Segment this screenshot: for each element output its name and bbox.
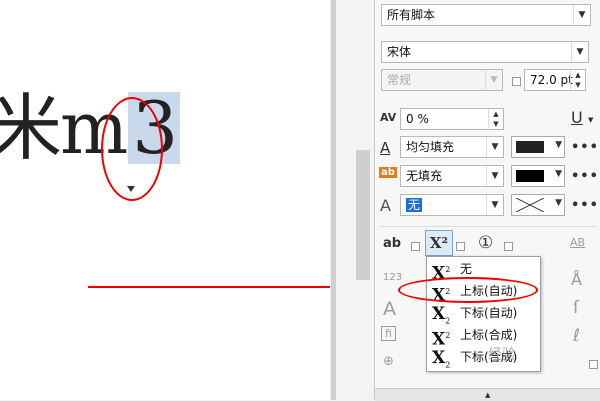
font-family-select[interactable]: 宋体 ▼ bbox=[381, 41, 589, 63]
position-dropdown-menu: X2 无 X2 上标(自动) X2 下标(自动) X2 上标(合成) X2 下标… bbox=[426, 256, 541, 372]
strikethrough-checkbox[interactable] bbox=[411, 242, 420, 251]
section-divider bbox=[379, 226, 597, 227]
chevron-down-icon[interactable]: ▼ bbox=[485, 70, 502, 90]
underline-icon[interactable]: U bbox=[571, 108, 583, 127]
char-spacing-field[interactable]: 0 % ▲ ▼ bbox=[400, 108, 504, 130]
strikethrough-icon[interactable]: ab bbox=[383, 236, 401, 251]
spinner-arrows-icon[interactable]: ▲ ▼ bbox=[570, 70, 585, 90]
bg-fill-type-value: 无填充 bbox=[406, 169, 443, 183]
outline-color-swatch[interactable]: ▼ bbox=[511, 194, 565, 216]
fill-color-swatch[interactable]: ▼ bbox=[511, 136, 565, 158]
text-handle-icon[interactable] bbox=[127, 186, 135, 192]
font-style-value: 常规 bbox=[387, 73, 412, 87]
red-annotation-oval-menu bbox=[398, 277, 538, 303]
text-fill-icon: A bbox=[380, 139, 391, 157]
font-size-checkbox[interactable] bbox=[512, 77, 521, 86]
chevron-down-icon[interactable]: ▼ bbox=[486, 137, 503, 157]
outline-width-select[interactable]: 无 ▼ bbox=[400, 194, 504, 216]
position-checkbox[interactable] bbox=[456, 242, 465, 251]
chevron-down-icon[interactable]: ▼ bbox=[486, 166, 503, 186]
panel-bottom-bar[interactable]: ▲ bbox=[375, 388, 600, 401]
swash-icon[interactable]: ſ bbox=[573, 298, 579, 318]
no-color-icon bbox=[516, 198, 544, 212]
outline-width-value: 无 bbox=[406, 198, 423, 212]
font-size-value: 72.0 pt bbox=[530, 73, 573, 87]
bg-fill-type-select[interactable]: 无填充 ▼ bbox=[400, 165, 504, 187]
background-fill-icon: ab bbox=[379, 167, 397, 178]
font-family-value: 宋体 bbox=[387, 45, 412, 59]
spinner-arrows-icon[interactable]: ▲ ▼ bbox=[488, 109, 503, 129]
chevron-down-icon[interactable]: ▼ bbox=[486, 195, 503, 215]
font-style-select[interactable]: 常规 ▼ bbox=[381, 69, 503, 91]
underline-dropdown-icon[interactable]: ▼ bbox=[588, 116, 593, 124]
script-select[interactable]: 所有脚本 ▼ bbox=[381, 4, 591, 26]
numeral-style-icon[interactable]: 123 bbox=[383, 272, 402, 283]
fill-color-preview bbox=[516, 141, 544, 153]
menu-item-subscript-auto[interactable]: X2 下标(自动) bbox=[430, 302, 538, 325]
subscript-icon: X2 bbox=[432, 348, 451, 370]
enclosed-checkbox[interactable] bbox=[504, 242, 513, 251]
extra-checkbox[interactable] bbox=[589, 360, 598, 369]
bg-fill-more-button[interactable]: ••• bbox=[571, 169, 599, 184]
fill-type-select[interactable]: 均匀填充 ▼ bbox=[400, 136, 504, 158]
ligature-icon[interactable]: fi bbox=[381, 326, 396, 341]
outline-more-button[interactable]: ••• bbox=[571, 198, 599, 213]
historical-form-icon[interactable]: ℓ bbox=[573, 326, 580, 346]
all-caps-icon[interactable]: AB bbox=[570, 236, 585, 249]
ordinal-icon[interactable]: Å bbox=[571, 270, 582, 289]
bg-fill-color-swatch[interactable]: ▼ bbox=[511, 165, 565, 187]
fill-type-value: 均匀填充 bbox=[406, 140, 455, 154]
chevron-down-icon[interactable]: ▼ bbox=[555, 198, 562, 208]
script-select-value: 所有脚本 bbox=[387, 8, 436, 22]
position-button[interactable]: X² bbox=[425, 230, 453, 256]
stylistic-alt-icon[interactable]: A bbox=[383, 298, 396, 320]
vertical-scrollbar[interactable] bbox=[356, 150, 370, 280]
menu-item-superscript-synth[interactable]: X2 上标(合成) bbox=[430, 324, 538, 350]
menu-item-subscript-synth[interactable]: X2 下标(合成) bbox=[430, 346, 538, 369]
ornament-icon[interactable]: ⊕ bbox=[383, 354, 394, 369]
red-annotation-arrow bbox=[88, 280, 365, 294]
chevron-down-icon[interactable]: ▼ bbox=[555, 140, 562, 150]
document-canvas[interactable]: 米m3 bbox=[0, 0, 365, 400]
expand-up-icon[interactable]: ▲ bbox=[485, 391, 490, 399]
chevron-down-icon[interactable]: ▼ bbox=[573, 5, 590, 25]
font-size-field[interactable]: 72.0 pt ▲ ▼ bbox=[524, 69, 586, 91]
outline-icon: A bbox=[380, 196, 391, 215]
chevron-down-icon[interactable]: ▼ bbox=[571, 42, 588, 62]
bg-fill-color-preview bbox=[516, 170, 544, 182]
panel-splitter[interactable] bbox=[331, 0, 336, 400]
char-spacing-value: 0 % bbox=[406, 112, 429, 126]
watermark: 经验 bbox=[488, 347, 516, 363]
enclosed-number-icon[interactable]: ① bbox=[478, 233, 493, 253]
chevron-down-icon[interactable]: ▼ bbox=[555, 169, 562, 179]
fill-more-button[interactable]: ••• bbox=[571, 140, 599, 155]
char-spacing-icon: AV bbox=[380, 111, 397, 124]
